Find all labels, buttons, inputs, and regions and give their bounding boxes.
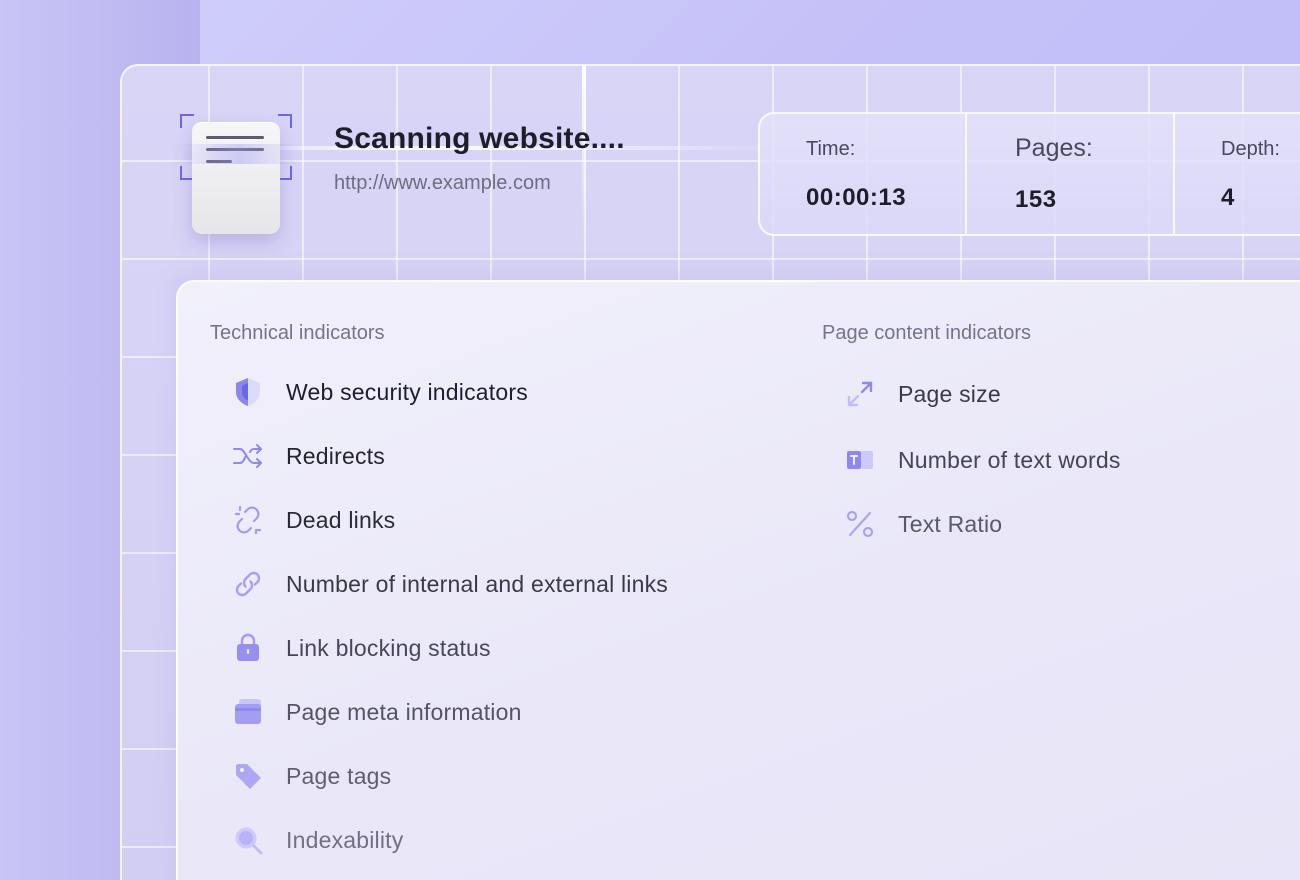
indicators-panel: Technical indicators Page content indica…: [176, 280, 1300, 880]
stat-value: 00:00:13: [806, 184, 907, 211]
indicator-redirects[interactable]: Redirects: [230, 436, 385, 476]
scan-beam-vertical: [582, 66, 586, 246]
stat-time: Time: 00:00:13: [760, 114, 967, 234]
scan-title: Scanning website....: [334, 122, 625, 155]
content-indicators-title: Page content indicators: [822, 322, 1032, 344]
indicator-dead-links[interactable]: Dead links: [230, 500, 395, 540]
indicator-label: Dead links: [286, 506, 396, 533]
stat-label: Time:: [806, 138, 856, 160]
tag-icon: [230, 758, 266, 794]
indicator-label: Text Ratio: [898, 510, 1003, 537]
link-icon: [230, 566, 266, 602]
indicator-web-security[interactable]: Web security indicators: [230, 372, 528, 412]
document-icon: [192, 122, 280, 234]
indicator-label: Page tags: [286, 762, 392, 789]
indicator-page-size[interactable]: Page size: [842, 374, 1001, 414]
stats-bar: Time: 00:00:13 Pages: 153 Depth: 4: [758, 112, 1300, 236]
indicator-internal-external-links[interactable]: Number of internal and external links: [230, 564, 668, 604]
broken-link-icon: [230, 502, 266, 538]
indicator-page-meta[interactable]: Page meta information: [230, 692, 522, 732]
stat-label: Pages:: [1015, 134, 1093, 162]
shuffle-icon: [230, 438, 266, 474]
stage: Scanning website.... http://www.example.…: [0, 0, 1300, 880]
scan-url: http://www.example.com: [334, 172, 551, 194]
technical-indicators-title: Technical indicators: [210, 322, 385, 344]
cards-icon: [230, 694, 266, 730]
indicator-label: Redirects: [286, 442, 385, 469]
indicator-label: Page size: [898, 380, 1001, 407]
stat-label: Depth:: [1221, 138, 1280, 160]
stat-pages: Pages: 153: [967, 114, 1175, 234]
indicator-page-tags[interactable]: Page tags: [230, 756, 391, 796]
shield-icon: [230, 374, 266, 410]
indicator-text-ratio[interactable]: Text Ratio: [842, 504, 1002, 544]
document-scan-beam: [174, 144, 304, 164]
indicator-label: Page meta information: [286, 698, 522, 725]
indicator-text-words[interactable]: Number of text words: [842, 440, 1121, 480]
indicator-label: Indexability: [286, 826, 404, 853]
indicator-label: Link blocking status: [286, 634, 491, 661]
indicator-link-blocking[interactable]: Link blocking status: [230, 628, 491, 668]
stat-value: 4: [1221, 184, 1235, 211]
lock-icon: [230, 630, 266, 666]
indicator-label: Number of internal and external links: [286, 570, 668, 597]
stat-depth: Depth: 4: [1175, 114, 1300, 234]
indicator-indexability[interactable]: Indexability: [230, 820, 403, 860]
expand-icon: [842, 376, 878, 412]
stat-value: 153: [1015, 186, 1057, 213]
indicator-label: Number of text words: [898, 446, 1121, 473]
percent-icon: [842, 506, 878, 542]
indicator-label: Web security indicators: [286, 378, 528, 405]
search-icon: [230, 822, 266, 858]
text-words-icon: [842, 442, 878, 478]
